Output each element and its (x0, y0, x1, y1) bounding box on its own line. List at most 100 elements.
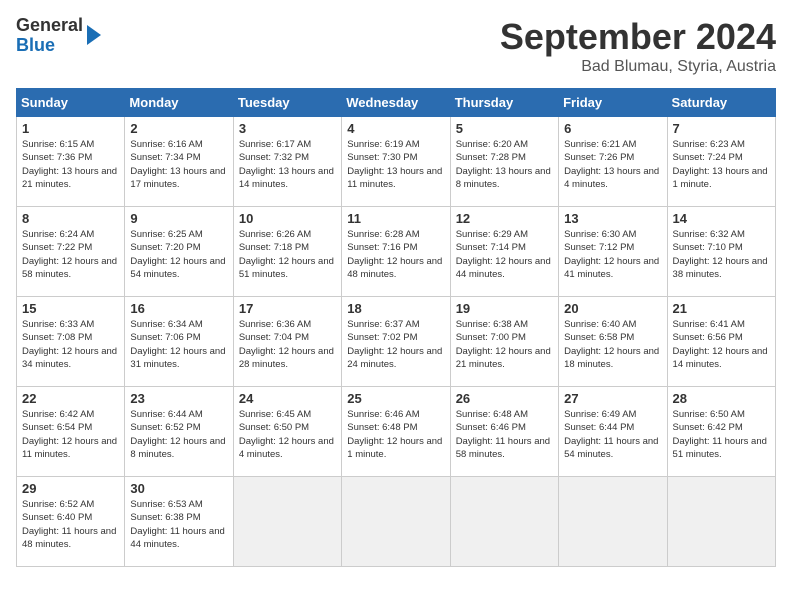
month-title: September 2024 (500, 16, 776, 58)
day-number: 20 (564, 301, 661, 316)
col-sunday: Sunday (17, 89, 125, 117)
cell-content: Sunrise: 6:44 AMSunset: 6:52 PMDaylight:… (130, 408, 227, 461)
week-row: 8 Sunrise: 6:24 AMSunset: 7:22 PMDayligh… (17, 207, 776, 297)
location-subtitle: Bad Blumau, Styria, Austria (500, 58, 776, 76)
cell-content: Sunrise: 6:50 AMSunset: 6:42 PMDaylight:… (673, 408, 770, 461)
week-row: 22 Sunrise: 6:42 AMSunset: 6:54 PMDaylig… (17, 387, 776, 477)
cell-content: Sunrise: 6:41 AMSunset: 6:56 PMDaylight:… (673, 318, 770, 371)
weekday-header-row: Sunday Monday Tuesday Wednesday Thursday… (17, 89, 776, 117)
day-number: 25 (347, 391, 444, 406)
cell-content: Sunrise: 6:48 AMSunset: 6:46 PMDaylight:… (456, 408, 553, 461)
day-number: 21 (673, 301, 770, 316)
day-number: 12 (456, 211, 553, 226)
table-row: 16 Sunrise: 6:34 AMSunset: 7:06 PMDaylig… (125, 297, 233, 387)
day-number: 18 (347, 301, 444, 316)
cell-content: Sunrise: 6:16 AMSunset: 7:34 PMDaylight:… (130, 138, 227, 191)
table-row: 3 Sunrise: 6:17 AMSunset: 7:32 PMDayligh… (233, 117, 341, 207)
day-number: 3 (239, 121, 336, 136)
cell-content: Sunrise: 6:46 AMSunset: 6:48 PMDaylight:… (347, 408, 444, 461)
cell-content: Sunrise: 6:36 AMSunset: 7:04 PMDaylight:… (239, 318, 336, 371)
table-row: 7 Sunrise: 6:23 AMSunset: 7:24 PMDayligh… (667, 117, 775, 207)
cell-content: Sunrise: 6:49 AMSunset: 6:44 PMDaylight:… (564, 408, 661, 461)
cell-content: Sunrise: 6:32 AMSunset: 7:10 PMDaylight:… (673, 228, 770, 281)
col-saturday: Saturday (667, 89, 775, 117)
cell-content: Sunrise: 6:45 AMSunset: 6:50 PMDaylight:… (239, 408, 336, 461)
table-row: 9 Sunrise: 6:25 AMSunset: 7:20 PMDayligh… (125, 207, 233, 297)
day-number: 6 (564, 121, 661, 136)
cell-content: Sunrise: 6:33 AMSunset: 7:08 PMDaylight:… (22, 318, 119, 371)
cell-content: Sunrise: 6:40 AMSunset: 6:58 PMDaylight:… (564, 318, 661, 371)
cell-content: Sunrise: 6:21 AMSunset: 7:26 PMDaylight:… (564, 138, 661, 191)
day-number: 29 (22, 481, 119, 496)
cell-content: Sunrise: 6:17 AMSunset: 7:32 PMDaylight:… (239, 138, 336, 191)
table-row (667, 477, 775, 567)
table-row: 23 Sunrise: 6:44 AMSunset: 6:52 PMDaylig… (125, 387, 233, 477)
table-row: 25 Sunrise: 6:46 AMSunset: 6:48 PMDaylig… (342, 387, 450, 477)
day-number: 13 (564, 211, 661, 226)
cell-content: Sunrise: 6:30 AMSunset: 7:12 PMDaylight:… (564, 228, 661, 281)
table-row (559, 477, 667, 567)
table-row: 2 Sunrise: 6:16 AMSunset: 7:34 PMDayligh… (125, 117, 233, 207)
day-number: 30 (130, 481, 227, 496)
col-tuesday: Tuesday (233, 89, 341, 117)
table-row: 12 Sunrise: 6:29 AMSunset: 7:14 PMDaylig… (450, 207, 558, 297)
week-row: 15 Sunrise: 6:33 AMSunset: 7:08 PMDaylig… (17, 297, 776, 387)
day-number: 15 (22, 301, 119, 316)
table-row: 28 Sunrise: 6:50 AMSunset: 6:42 PMDaylig… (667, 387, 775, 477)
cell-content: Sunrise: 6:37 AMSunset: 7:02 PMDaylight:… (347, 318, 444, 371)
col-wednesday: Wednesday (342, 89, 450, 117)
table-row: 21 Sunrise: 6:41 AMSunset: 6:56 PMDaylig… (667, 297, 775, 387)
cell-content: Sunrise: 6:28 AMSunset: 7:16 PMDaylight:… (347, 228, 444, 281)
day-number: 2 (130, 121, 227, 136)
day-number: 23 (130, 391, 227, 406)
cell-content: Sunrise: 6:52 AMSunset: 6:40 PMDaylight:… (22, 498, 119, 551)
table-row: 17 Sunrise: 6:36 AMSunset: 7:04 PMDaylig… (233, 297, 341, 387)
day-number: 5 (456, 121, 553, 136)
cell-content: Sunrise: 6:38 AMSunset: 7:00 PMDaylight:… (456, 318, 553, 371)
day-number: 26 (456, 391, 553, 406)
logo-blue: Blue (16, 35, 55, 55)
day-number: 9 (130, 211, 227, 226)
table-row: 24 Sunrise: 6:45 AMSunset: 6:50 PMDaylig… (233, 387, 341, 477)
day-number: 11 (347, 211, 444, 226)
table-row: 15 Sunrise: 6:33 AMSunset: 7:08 PMDaylig… (17, 297, 125, 387)
col-monday: Monday (125, 89, 233, 117)
cell-content: Sunrise: 6:25 AMSunset: 7:20 PMDaylight:… (130, 228, 227, 281)
day-number: 24 (239, 391, 336, 406)
table-row: 4 Sunrise: 6:19 AMSunset: 7:30 PMDayligh… (342, 117, 450, 207)
logo-name: General Blue (16, 16, 83, 56)
day-number: 4 (347, 121, 444, 136)
table-row: 26 Sunrise: 6:48 AMSunset: 6:46 PMDaylig… (450, 387, 558, 477)
week-row: 1 Sunrise: 6:15 AMSunset: 7:36 PMDayligh… (17, 117, 776, 207)
logo-text-block: General Blue (16, 16, 83, 56)
cell-content: Sunrise: 6:20 AMSunset: 7:28 PMDaylight:… (456, 138, 553, 191)
table-row: 10 Sunrise: 6:26 AMSunset: 7:18 PMDaylig… (233, 207, 341, 297)
cell-content: Sunrise: 6:53 AMSunset: 6:38 PMDaylight:… (130, 498, 227, 551)
day-number: 8 (22, 211, 119, 226)
logo-arrow-icon (87, 25, 101, 45)
col-thursday: Thursday (450, 89, 558, 117)
table-row: 6 Sunrise: 6:21 AMSunset: 7:26 PMDayligh… (559, 117, 667, 207)
day-number: 28 (673, 391, 770, 406)
logo: General Blue (16, 16, 101, 56)
table-row: 18 Sunrise: 6:37 AMSunset: 7:02 PMDaylig… (342, 297, 450, 387)
calendar-table: Sunday Monday Tuesday Wednesday Thursday… (16, 88, 776, 567)
table-row (342, 477, 450, 567)
day-number: 1 (22, 121, 119, 136)
header: General Blue September 2024 Bad Blumau, … (16, 16, 776, 76)
table-row: 20 Sunrise: 6:40 AMSunset: 6:58 PMDaylig… (559, 297, 667, 387)
table-row: 19 Sunrise: 6:38 AMSunset: 7:00 PMDaylig… (450, 297, 558, 387)
day-number: 16 (130, 301, 227, 316)
table-row: 29 Sunrise: 6:52 AMSunset: 6:40 PMDaylig… (17, 477, 125, 567)
cell-content: Sunrise: 6:19 AMSunset: 7:30 PMDaylight:… (347, 138, 444, 191)
table-row: 1 Sunrise: 6:15 AMSunset: 7:36 PMDayligh… (17, 117, 125, 207)
table-row (450, 477, 558, 567)
table-row: 30 Sunrise: 6:53 AMSunset: 6:38 PMDaylig… (125, 477, 233, 567)
cell-content: Sunrise: 6:24 AMSunset: 7:22 PMDaylight:… (22, 228, 119, 281)
logo-general: General (16, 15, 83, 35)
table-row (233, 477, 341, 567)
table-row: 22 Sunrise: 6:42 AMSunset: 6:54 PMDaylig… (17, 387, 125, 477)
table-row: 8 Sunrise: 6:24 AMSunset: 7:22 PMDayligh… (17, 207, 125, 297)
table-row: 14 Sunrise: 6:32 AMSunset: 7:10 PMDaylig… (667, 207, 775, 297)
day-number: 27 (564, 391, 661, 406)
